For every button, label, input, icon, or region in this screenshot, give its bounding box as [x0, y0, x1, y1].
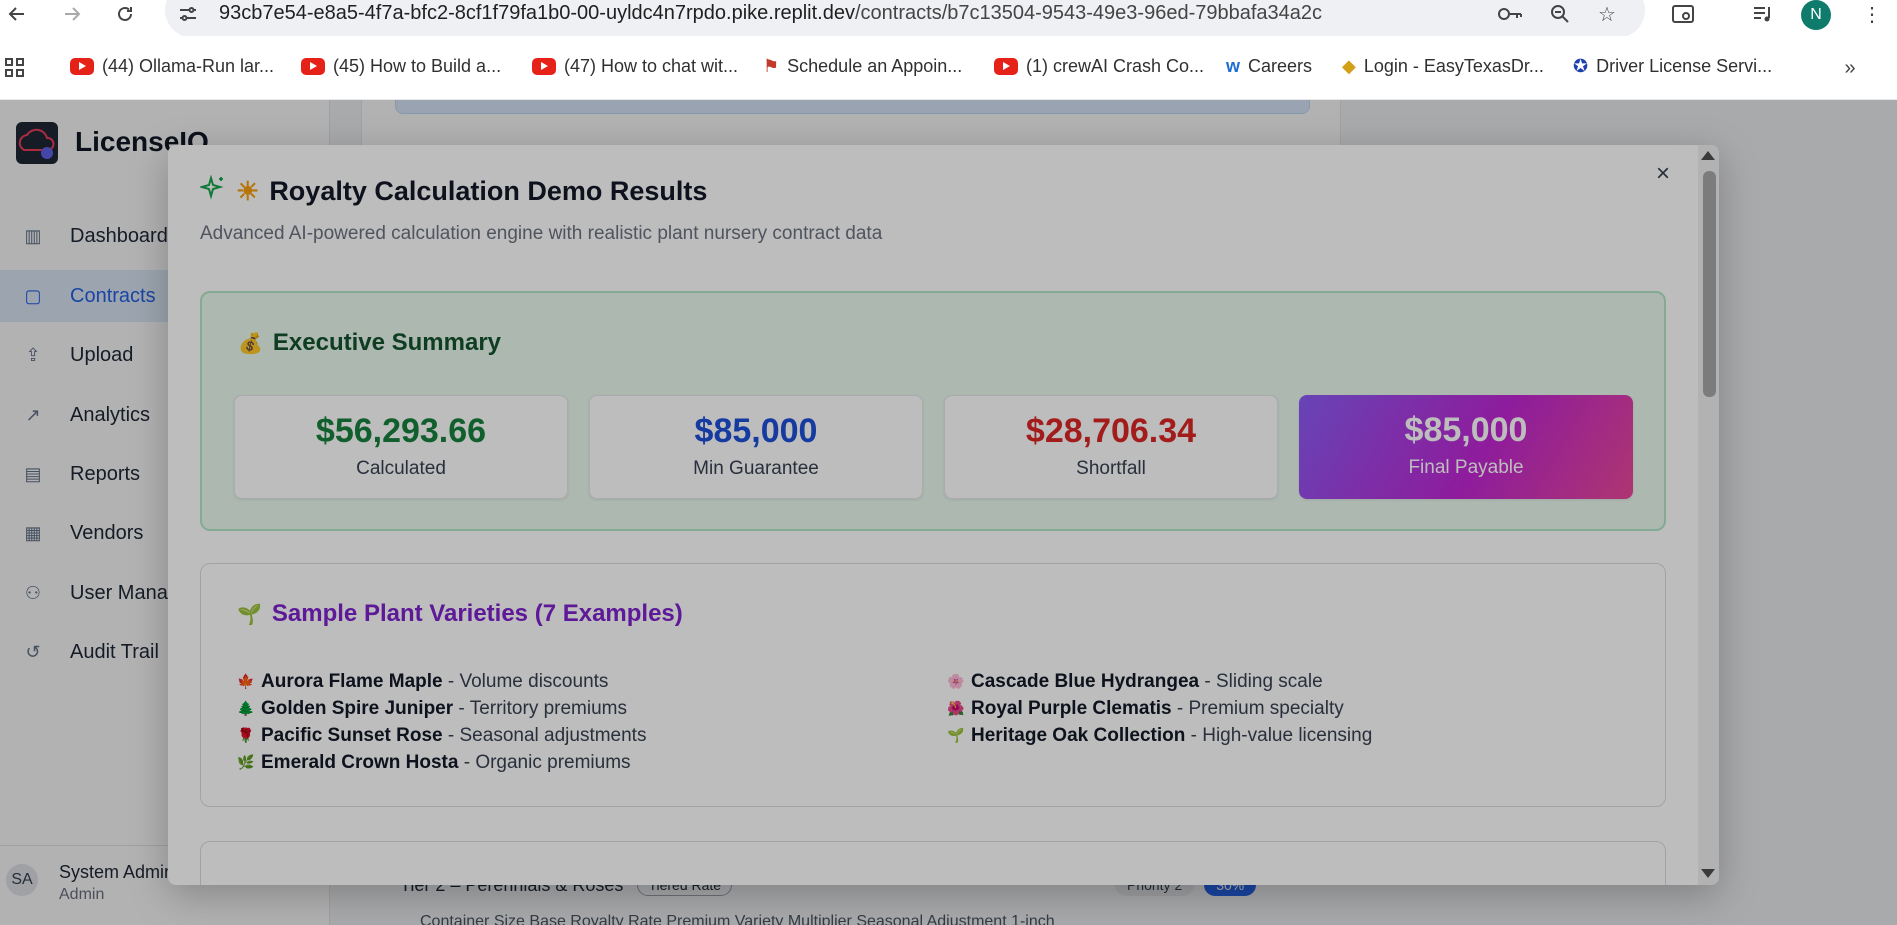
herb-icon: 🌿: [237, 754, 255, 770]
youtube-icon: [301, 58, 325, 75]
scrollbar-thumb[interactable]: [1703, 171, 1716, 397]
list-item: 🌱 Heritage Oak Collection - High-value li…: [947, 724, 1373, 746]
plant-list-left: 🍁 Aurora Flame Maple - Volume discounts 🌲…: [237, 668, 646, 776]
plant-list-right: 🌸 Cascade Blue Hydrangea - Sliding scale …: [947, 668, 1372, 749]
list-item: 🌲 Golden Spire Juniper - Territory premiu…: [237, 697, 627, 719]
site-info-icon[interactable]: [173, 0, 203, 28]
key-icon[interactable]: [1495, 0, 1525, 28]
detailed-breakdown-card: [200, 841, 1666, 885]
reload-icon[interactable]: [110, 0, 140, 28]
results-modal: × ☀ Royalty Calculation Demo Results Adv…: [168, 145, 1719, 885]
more-bookmarks-icon[interactable]: »: [1835, 54, 1865, 82]
menu-kebab-icon[interactable]: ⋮: [1857, 0, 1887, 28]
bookmark-star-icon[interactable]: ☆: [1592, 0, 1622, 28]
list-item: 🌺 Royal Purple Clematis - Premium special…: [947, 697, 1344, 719]
workday-icon: w: [1226, 56, 1241, 76]
zoom-icon[interactable]: [1545, 0, 1575, 28]
list-item: 🌹 Pacific Sunset Rose - Seasonal adjustme…: [237, 724, 647, 746]
sun-icon: ☀: [236, 176, 260, 206]
stat-final-payable: $85,000 Final Payable: [1299, 395, 1633, 499]
browser-toolbar: 93cb7e54-e8a5-4f7a-bfc2-8cf1f79fa1b0-00-…: [0, 0, 1897, 38]
bookmark-item[interactable]: (1) crewAI Crash Co...: [994, 56, 1204, 77]
youtube-icon: [70, 58, 94, 75]
list-item: 🌿 Emerald Crown Hosta - Organic premiums: [237, 751, 631, 773]
bookmarks-bar: (44) Ollama-Run lar... (45) How to Build…: [0, 36, 1897, 100]
shield-icon: ◆: [1342, 56, 1356, 76]
hibiscus-icon: 🌺: [947, 700, 965, 716]
apps-grid-icon[interactable]: [0, 54, 30, 82]
bookmark-item[interactable]: (45) How to Build a...: [301, 56, 501, 77]
bookmark-item[interactable]: (47) How to chat wit...: [532, 56, 738, 77]
forward-arrow-icon[interactable]: [57, 0, 87, 28]
evergreen-icon: 🌲: [237, 700, 255, 716]
blossom-icon: 🌸: [947, 673, 965, 689]
scroll-down-icon[interactable]: [1701, 869, 1715, 878]
rose-icon: 🌹: [237, 727, 255, 743]
executive-summary-title: 💰 Executive Summary: [238, 329, 502, 356]
back-arrow-icon[interactable]: [2, 0, 32, 28]
executive-summary: 💰 Executive Summary $56,293.66 Calculate…: [200, 291, 1666, 531]
bookmark-item[interactable]: ⚑ Schedule an Appoin...: [763, 56, 962, 77]
seedling-icon: 🌱: [947, 727, 965, 743]
list-item: 🍁 Aurora Flame Maple - Volume discounts: [237, 670, 609, 692]
scroll-up-icon[interactable]: [1701, 151, 1715, 160]
seal-icon: ✪: [1573, 56, 1589, 76]
flag-icon: ⚑: [763, 56, 780, 76]
stat-min-guarantee: $85,000 Min Guarantee: [589, 395, 923, 499]
bookmark-item[interactable]: (44) Ollama-Run lar...: [70, 56, 274, 77]
bookmark-item[interactable]: w Careers: [1226, 56, 1312, 77]
url-text[interactable]: 93cb7e54-e8a5-4f7a-bfc2-8cf1f79fa1b0-00-…: [219, 2, 1322, 25]
seedling-icon: 🌱: [237, 603, 262, 626]
modal-title: ☀ Royalty Calculation Demo Results: [198, 174, 707, 208]
sparkles-icon: [198, 174, 226, 208]
money-bag-icon: 💰: [238, 332, 263, 355]
youtube-icon: [994, 58, 1018, 75]
plant-varieties-title: 🌱 Sample Plant Varieties (7 Examples): [237, 600, 683, 627]
stat-calculated: $56,293.66 Calculated: [234, 395, 568, 499]
youtube-icon: [532, 58, 556, 75]
maple-leaf-icon: 🍁: [237, 673, 255, 689]
search-page-icon[interactable]: [1668, 0, 1698, 28]
close-button[interactable]: ×: [1648, 159, 1678, 189]
list-item: 🌸 Cascade Blue Hydrangea - Sliding scale: [947, 670, 1323, 692]
bookmark-item[interactable]: ◆ Login - EasyTexasDr...: [1342, 56, 1544, 77]
modal-subtitle: Advanced AI-powered calculation engine w…: [200, 223, 883, 244]
bookmark-item[interactable]: ✪ Driver License Servi...: [1573, 56, 1772, 77]
stat-shortfall: $28,706.34 Shortfall: [944, 395, 1278, 499]
profile-avatar[interactable]: N: [1801, 0, 1831, 30]
media-control-icon[interactable]: [1748, 0, 1778, 28]
plant-varieties: 🌱 Sample Plant Varieties (7 Examples) 🍁 A…: [200, 563, 1666, 807]
